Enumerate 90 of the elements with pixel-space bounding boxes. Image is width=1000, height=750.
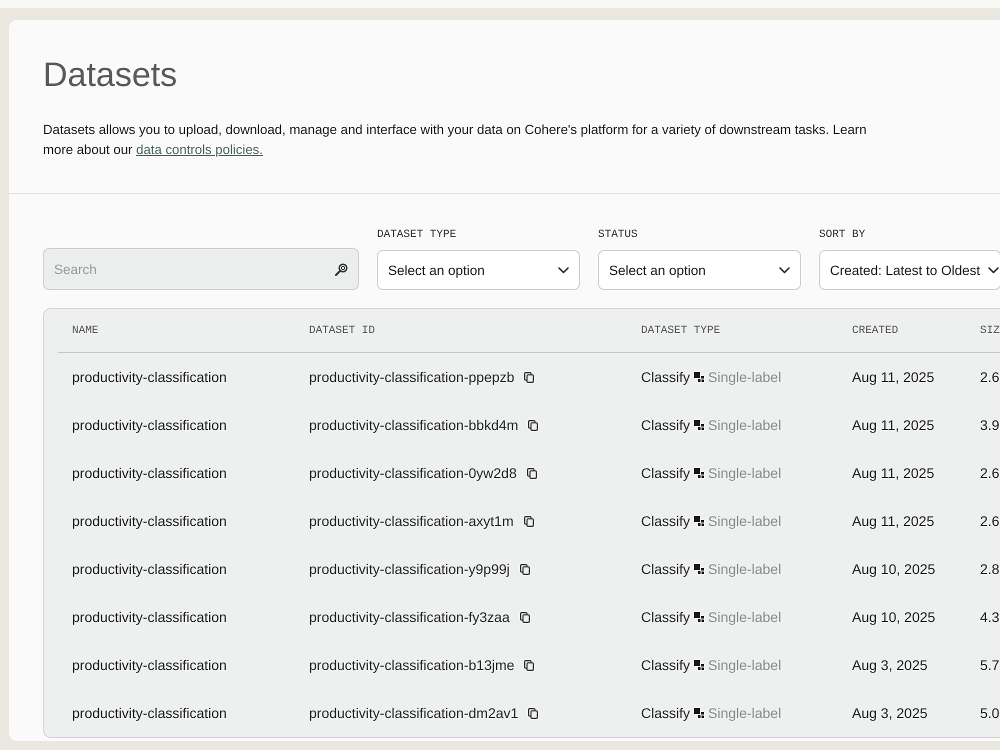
name-cell-text: productivity-classification — [71, 705, 228, 721]
dataset-subtype-text: Single-label — [708, 561, 782, 577]
size-cell-text: 3.9 — [979, 417, 1000, 433]
size-cell-text: 2.8 — [979, 561, 1000, 577]
squares-icon — [694, 564, 704, 574]
page-title: Datasets — [43, 55, 178, 95]
name-cell-text: productivity-classification — [71, 609, 228, 625]
created-cell-text: Aug 10, 2025 — [851, 609, 936, 625]
created-cell-text: Aug 11, 2025 — [851, 369, 936, 385]
created-cell-text: Aug 11, 2025 — [851, 513, 936, 529]
dataset-id-text: productivity-classification-ppepzb — [309, 369, 514, 385]
copy-button[interactable] — [524, 372, 534, 382]
name-cell-text: productivity-classification — [71, 417, 228, 433]
copy-button[interactable] — [528, 708, 538, 718]
column-header: DATASET ID — [308, 324, 376, 336]
chevron-down-icon — [779, 266, 790, 274]
squares-icon — [694, 468, 704, 478]
name-cell-text: productivity-classification — [71, 369, 228, 385]
size-cell-text: 4.3 — [979, 609, 1000, 625]
copy-button[interactable] — [524, 660, 534, 670]
dataset-type-text: Classify — [641, 609, 690, 625]
column-header: NAME — [71, 324, 100, 336]
copy-button[interactable] — [526, 468, 537, 478]
size-cell-text: 2.6 — [979, 513, 1000, 529]
size-cell-text: 5.0 — [979, 705, 1000, 721]
dataset-subtype-text: Single-label — [708, 417, 782, 433]
created-cell-text: Aug 3, 2025 — [851, 705, 929, 721]
filter-label: SORT BY — [819, 229, 866, 241]
dataset-id-text: productivity-classification-0yw2d8 — [309, 465, 517, 481]
created-cell-text: Aug 11, 2025 — [851, 417, 936, 433]
size-cell-text: 5.7 — [979, 657, 1000, 673]
copy-icon — [524, 516, 534, 526]
created-cell-text: Aug 11, 2025 — [851, 465, 936, 481]
search-icon — [335, 262, 348, 276]
squares-icon — [694, 708, 704, 718]
dataset-id-text: productivity-classification-b13jme — [309, 657, 514, 673]
filter-label: DATASET TYPE — [377, 229, 458, 241]
squares-icon — [694, 372, 704, 382]
dataset-subtype-text: Single-label — [708, 465, 782, 481]
size-cell-text: 2.6 — [979, 369, 1000, 385]
chevron-down-icon — [988, 266, 1000, 274]
copy-icon — [528, 708, 538, 718]
filter-select[interactable]: Created: Latest to Oldest — [819, 250, 1000, 290]
filter-select[interactable]: Select an option — [377, 250, 580, 290]
size-cell-text: 2.6 — [979, 465, 1000, 481]
column-header: CREATED — [851, 324, 900, 336]
dataset-type-text: Classify — [641, 417, 690, 433]
dataset-type-text: Classify — [641, 705, 690, 721]
column-header: DATASET TYPE — [640, 324, 722, 336]
dataset-subtype-text: Single-label — [708, 705, 782, 721]
filter-select[interactable]: Select an option — [598, 250, 801, 290]
dataset-subtype-text: Single-label — [708, 657, 782, 673]
dataset-subtype-text: Single-label — [708, 369, 782, 385]
copy-button[interactable] — [520, 564, 530, 574]
dataset-subtype-text: Single-label — [708, 513, 782, 529]
name-cell-text: productivity-classification — [71, 561, 228, 577]
copy-icon — [520, 612, 530, 622]
dataset-type-text: Classify — [641, 369, 690, 385]
copy-button[interactable] — [524, 516, 534, 526]
dataset-id-text: productivity-classification-fy3zaa — [309, 609, 510, 625]
created-cell-text: Aug 10, 2025 — [851, 561, 936, 577]
dataset-id-text: productivity-classification-axyt1m — [309, 513, 514, 529]
copy-icon — [524, 660, 534, 670]
dataset-id-text: productivity-classification-y9p99j — [309, 561, 510, 577]
name-cell-text: productivity-classification — [71, 657, 228, 673]
squares-icon — [694, 420, 704, 430]
copy-icon — [526, 468, 537, 478]
filter-label: STATUS — [598, 229, 639, 241]
copy-button[interactable] — [520, 612, 530, 622]
page-description: Datasets allows you to upload, download, manage and interface with your data on Cohere's platform for a variety of downstream tasks. Learn more about our data controls policies. — [43, 121, 868, 159]
squares-icon — [694, 612, 704, 622]
dataset-type-text: Classify — [641, 561, 690, 577]
copy-icon — [520, 564, 530, 574]
column-header: SIZ — [979, 324, 1000, 336]
dataset-type-text: Classify — [641, 513, 690, 529]
copy-icon — [524, 372, 534, 382]
name-cell-text: productivity-classification — [71, 465, 228, 481]
squares-icon — [694, 660, 704, 670]
dataset-subtype-text: Single-label — [708, 609, 782, 625]
created-cell-text: Aug 3, 2025 — [851, 657, 929, 673]
copy-button[interactable] — [528, 420, 538, 430]
dataset-type-text: Classify — [641, 465, 690, 481]
dataset-id-text: productivity-classification-bbkd4m — [309, 417, 518, 433]
data-controls-link[interactable]: data controls policies. — [136, 142, 263, 157]
squares-icon — [694, 516, 704, 526]
copy-icon — [528, 420, 538, 430]
dataset-type-text: Classify — [641, 657, 690, 673]
dataset-id-text: productivity-classification-dm2av1 — [309, 705, 518, 721]
chevron-down-icon — [558, 266, 569, 274]
name-cell-text: productivity-classification — [71, 513, 228, 529]
